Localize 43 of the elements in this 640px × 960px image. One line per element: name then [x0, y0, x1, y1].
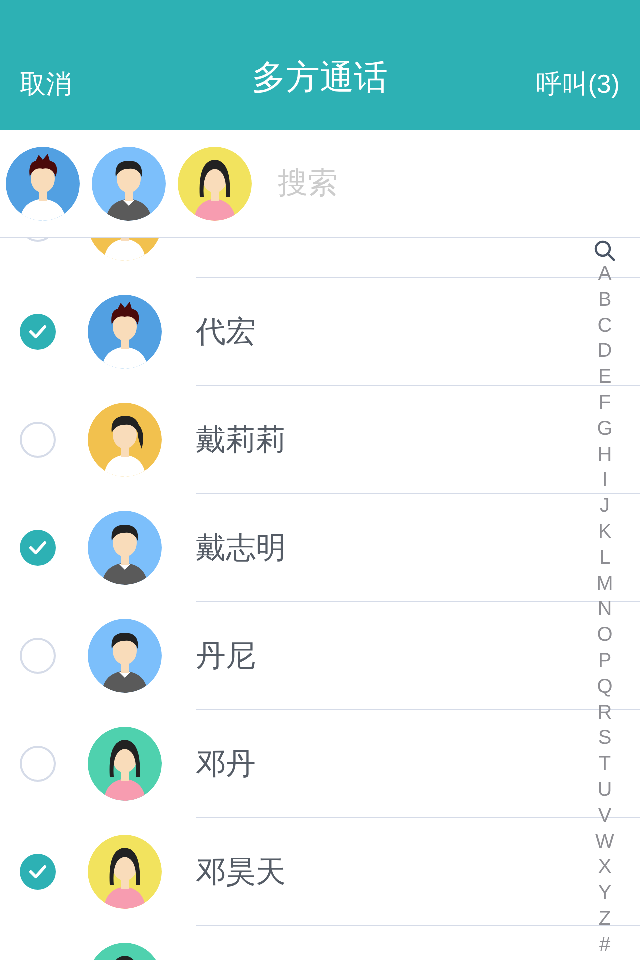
index-letter[interactable]: H — [598, 442, 612, 468]
index-letter[interactable]: A — [598, 262, 612, 288]
index-letter[interactable]: E — [598, 365, 612, 391]
index-letter[interactable]: U — [598, 778, 612, 804]
contact-name[interactable]: 戴志明 — [196, 526, 286, 570]
index-letter[interactable]: T — [598, 752, 612, 778]
index-letter[interactable]: O — [597, 623, 613, 649]
index-letter[interactable]: G — [597, 416, 613, 443]
search-icon[interactable] — [594, 240, 616, 262]
checked-circle-icon[interactable] — [20, 854, 56, 890]
index-letter[interactable]: J — [600, 494, 610, 520]
checked-circle-icon[interactable] — [20, 314, 56, 350]
index-letter[interactable]: V — [598, 804, 612, 830]
index-letter[interactable]: N — [598, 597, 612, 624]
index-letter[interactable]: D — [598, 339, 612, 366]
cancel-button[interactable]: 取消 — [20, 65, 140, 104]
unchecked-circle-icon[interactable] — [20, 638, 56, 674]
contact-name[interactable]: 邓昊天 — [196, 850, 286, 894]
header-title: 多方通话 — [251, 58, 389, 99]
index-letter[interactable]: I — [602, 468, 608, 494]
index-letter[interactable]: F — [598, 390, 612, 417]
index-letter[interactable]: B — [598, 288, 612, 314]
index-letter[interactable]: M — [596, 572, 614, 598]
index-letter[interactable]: P — [598, 648, 612, 675]
index-letter[interactable]: L — [599, 546, 611, 572]
index-letter[interactable]: K — [598, 520, 612, 546]
index-letter[interactable]: C — [598, 314, 612, 340]
index-letter[interactable]: Y — [598, 881, 612, 907]
contact-name[interactable]: 代宏 — [196, 310, 256, 354]
index-letter[interactable]: Q — [597, 674, 613, 701]
unchecked-circle-icon[interactable] — [20, 746, 56, 782]
contact-name[interactable]: 邓丹 — [196, 742, 256, 786]
contact-name[interactable]: 戴莉莉 — [196, 418, 286, 462]
index-letter[interactable]: Z — [598, 906, 612, 933]
index-letter[interactable]: S — [598, 726, 612, 752]
index-letter[interactable]: # — [599, 932, 611, 959]
index-letter[interactable]: X — [598, 855, 612, 882]
index-letter[interactable]: W — [596, 830, 614, 856]
index-letter[interactable]: R — [598, 700, 612, 726]
contact-name[interactable]: 丹尼 — [196, 634, 256, 678]
unchecked-circle-icon[interactable] — [20, 422, 56, 458]
call-button[interactable]: 呼叫(3) — [500, 65, 620, 104]
checked-circle-icon[interactable] — [20, 530, 56, 566]
